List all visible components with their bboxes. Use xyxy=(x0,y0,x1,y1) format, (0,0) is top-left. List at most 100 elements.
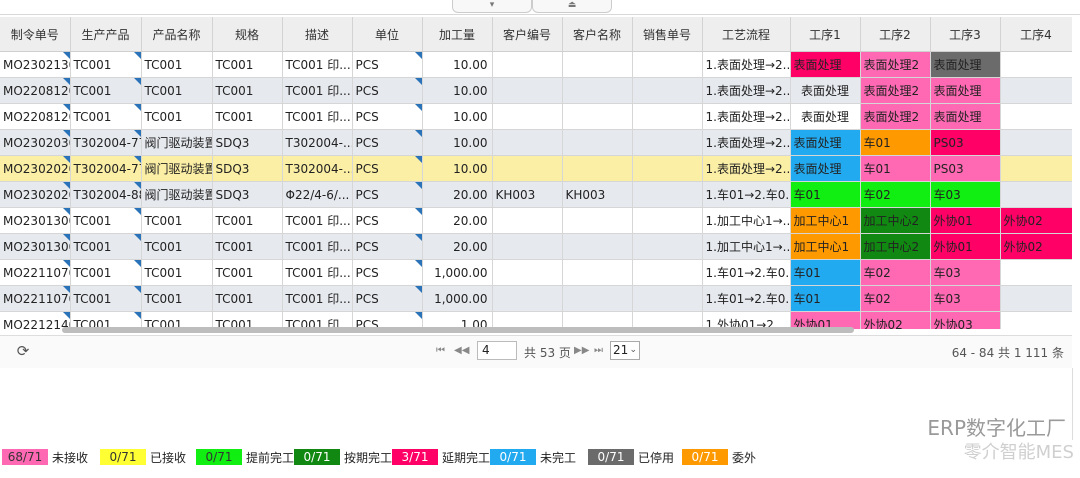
column-header[interactable]: 工序4 xyxy=(1000,17,1072,52)
column-header[interactable]: 规格 xyxy=(212,17,283,52)
cell-name: 阀门驱动装置 xyxy=(141,181,213,208)
process-cell[interactable] xyxy=(1000,155,1072,182)
process-cell[interactable]: PS03 xyxy=(930,155,1001,182)
refresh-icon[interactable]: ⟳ xyxy=(14,342,32,360)
column-header[interactable]: 加工量 xyxy=(422,17,493,52)
process-cell[interactable]: 加工中心2 xyxy=(860,233,931,260)
column-header[interactable]: 描述 xyxy=(282,17,353,52)
cell-custname xyxy=(562,51,633,78)
table-row[interactable]: MO2302020 T302004-88 阀门驱动装置 SDQ3 Φ22/4-6/...… xyxy=(0,181,1072,208)
cell-unit: PCS xyxy=(352,259,423,286)
column-header[interactable]: 客户编号 xyxy=(492,17,563,52)
cell-unit: PCS xyxy=(352,233,423,260)
process-cell[interactable]: 车02 xyxy=(860,259,931,286)
collapse-toggle-button[interactable]: ▾ xyxy=(452,0,532,13)
process-cell[interactable]: 车01 xyxy=(860,129,931,156)
cell-cust xyxy=(492,129,563,156)
process-cell[interactable]: 表面处理 xyxy=(930,77,1001,104)
cell-qty: 1,000.00 xyxy=(422,259,493,286)
column-header[interactable]: 客户名称 xyxy=(562,17,633,52)
table-row[interactable]: MO2302030 T302004-77 阀门驱动装置 SDQ3 T302004-...… xyxy=(0,129,1072,156)
column-header[interactable]: 工序3 xyxy=(930,17,1001,52)
column-header[interactable]: 产品名称 xyxy=(141,17,213,52)
page-number-input[interactable]: 4 xyxy=(477,341,517,360)
process-cell[interactable]: 表面处理 xyxy=(790,77,861,104)
first-page-icon[interactable]: ⏮ xyxy=(436,345,445,356)
column-header[interactable]: 生产产品 xyxy=(70,17,142,52)
process-cell[interactable] xyxy=(1000,51,1072,78)
cell-prod: T302004-77 xyxy=(70,155,142,182)
column-header[interactable]: 制令单号 xyxy=(0,17,71,52)
table-row[interactable]: MO2208120 TC001 TC001 TC001 TC001 印... PCS 10.… xyxy=(0,77,1072,104)
process-cell[interactable]: 外协03 xyxy=(930,311,1001,329)
process-cell[interactable]: 表面处理 xyxy=(790,103,861,130)
process-cell[interactable]: 表面处理 xyxy=(790,155,861,182)
process-cell[interactable]: 车02 xyxy=(860,181,931,208)
cell-custname: KH003 xyxy=(562,181,633,208)
process-cell[interactable]: 表面处理2 xyxy=(860,51,931,78)
process-cell[interactable] xyxy=(1000,181,1072,208)
process-cell[interactable]: 车03 xyxy=(930,285,1001,312)
cell-spec: TC001 xyxy=(212,51,283,78)
process-cell[interactable]: 表面处理 xyxy=(790,51,861,78)
cell-cust xyxy=(492,285,563,312)
page-size-select[interactable]: 21 ⌄ xyxy=(610,341,640,360)
process-cell[interactable]: 车01 xyxy=(860,155,931,182)
cell-sale xyxy=(632,207,703,234)
process-cell[interactable]: 表面处理2 xyxy=(860,77,931,104)
process-cell[interactable]: 车01 xyxy=(790,181,861,208)
table-row[interactable]: MO2302020 T302004-77 阀门驱动装置 SDQ3 T302004-...… xyxy=(0,155,1072,182)
table-row[interactable]: MO2301300 TC001 TC001 TC001 TC001 印... PCS 20.… xyxy=(0,233,1072,260)
process-cell[interactable]: 表面处理2 xyxy=(860,103,931,130)
process-cell[interactable]: 外协01 xyxy=(930,207,1001,234)
cell-cust xyxy=(492,155,563,182)
process-cell[interactable]: 加工中心1 xyxy=(790,233,861,260)
process-cell[interactable] xyxy=(1000,77,1072,104)
process-cell[interactable] xyxy=(1000,259,1072,286)
process-cell[interactable]: PS03 xyxy=(930,129,1001,156)
process-cell[interactable]: 车01 xyxy=(790,259,861,286)
chevron-down-icon: ▾ xyxy=(489,0,495,10)
process-cell[interactable]: 加工中心2 xyxy=(860,207,931,234)
process-cell[interactable]: 表面处理 xyxy=(930,51,1001,78)
process-cell[interactable]: 加工中心1 xyxy=(790,207,861,234)
horizontal-scrollbar[interactable] xyxy=(62,327,854,333)
process-cell[interactable] xyxy=(1000,285,1072,312)
process-cell[interactable]: 车01 xyxy=(790,285,861,312)
process-cell[interactable]: 表面处理 xyxy=(790,129,861,156)
process-cell[interactable]: 车03 xyxy=(930,181,1001,208)
legend-item: 0/71 已接收 xyxy=(100,449,186,465)
prev-page-icon[interactable]: ◀◀ xyxy=(454,345,469,356)
last-page-icon[interactable]: ⏭ xyxy=(594,345,603,356)
column-header[interactable]: 销售单号 xyxy=(632,17,703,52)
cell-qty: 1,000.00 xyxy=(422,285,493,312)
column-header[interactable]: 工艺流程 xyxy=(702,17,791,52)
table-row[interactable]: MO2208120 TC001 TC001 TC001 TC001 印... PCS 10.… xyxy=(0,103,1072,130)
table-row[interactable]: MO2211070 TC001 TC001 TC001 TC001 印... PCS 1,0… xyxy=(0,285,1072,312)
pin-toggle-button[interactable]: ⏏ xyxy=(532,0,612,13)
column-header[interactable]: 工序1 xyxy=(790,17,861,52)
cell-prod: TC001 xyxy=(70,233,142,260)
process-cell[interactable]: 表面处理 xyxy=(930,103,1001,130)
column-header[interactable]: 工序2 xyxy=(860,17,931,52)
next-page-icon[interactable]: ▶▶ xyxy=(574,345,589,356)
column-header[interactable]: 单位 xyxy=(352,17,423,52)
process-cell[interactable]: 外协01 xyxy=(930,233,1001,260)
table-row[interactable]: MO2302130 TC001 TC001 TC001 TC001 印... PCS 10.… xyxy=(0,51,1072,78)
process-cell[interactable]: 车03 xyxy=(930,259,1001,286)
process-cell[interactable] xyxy=(1000,311,1072,329)
process-cell[interactable]: 外协02 xyxy=(1000,233,1072,260)
cell-name: TC001 xyxy=(141,103,213,130)
data-grid: 制令单号 生产产品 产品名称 规格 描述 单位 加工量 客户编号 客户名称 销售单号 工艺流程 工序1… xyxy=(0,17,1072,329)
legend-count: 0/71 xyxy=(196,449,242,465)
process-cell[interactable]: 外协02 xyxy=(1000,207,1072,234)
process-cell[interactable] xyxy=(1000,129,1072,156)
cell-cust xyxy=(492,77,563,104)
cell-qty: 10.00 xyxy=(422,51,493,78)
process-cell[interactable]: 外协02 xyxy=(860,311,931,329)
table-row[interactable]: MO2211070 TC001 TC001 TC001 TC001 印... PCS 1,0… xyxy=(0,259,1072,286)
process-cell[interactable]: 车02 xyxy=(860,285,931,312)
cell-name: TC001 xyxy=(141,207,213,234)
table-row[interactable]: MO2301300 TC001 TC001 TC001 TC001 印... PCS 20.… xyxy=(0,207,1072,234)
process-cell[interactable] xyxy=(1000,103,1072,130)
